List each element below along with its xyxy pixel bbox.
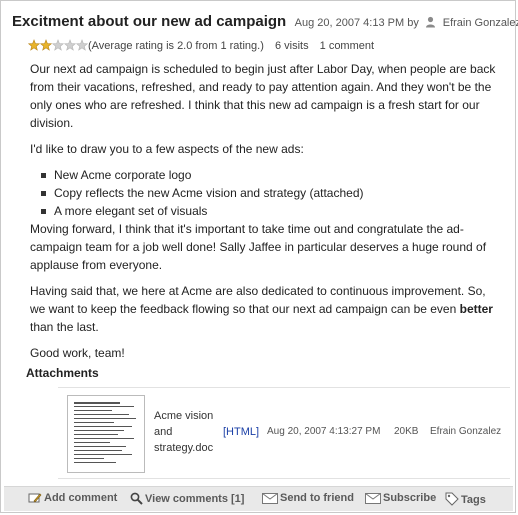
thumbnail-text-line	[74, 442, 110, 443]
list-item: New Acme corporate logo	[41, 166, 500, 184]
thumbnail-text-line	[74, 434, 118, 435]
user-icon	[425, 15, 436, 33]
star-filled-icon[interactable]	[27, 39, 41, 51]
add-comment-button[interactable]: Add comment	[28, 492, 117, 504]
thumbnail-text-line	[74, 462, 116, 463]
star-empty-icon[interactable]	[75, 39, 89, 51]
attachment-html-link[interactable]: [HTML]	[223, 426, 259, 438]
thumbnail-text-line	[74, 438, 134, 439]
rating-row: (Average rating is 2.0 from 1 rating.) 6…	[27, 39, 374, 54]
attachment-author[interactable]: Efrain Gonzalez	[430, 426, 501, 437]
paragraph: I'd like to draw you to a few aspects of…	[30, 142, 304, 156]
send-to-friend-label: Send to friend	[280, 492, 354, 504]
post-author[interactable]: Efrain Gonzalez	[443, 17, 518, 29]
send-to-friend-button[interactable]: Send to friend	[262, 492, 354, 504]
attachment-date: Aug 20, 2007 4:13:27 PM	[267, 426, 381, 437]
thumbnail-text-line	[74, 450, 122, 451]
attachment-size: 20KB	[394, 426, 419, 437]
thumbnail-text-line	[74, 422, 114, 423]
star-rating[interactable]	[27, 39, 89, 54]
paragraph-text: than the last.	[30, 320, 99, 334]
post-header: Excitment about our new ad campaign Aug …	[12, 13, 518, 33]
envelope-icon	[262, 493, 278, 504]
thumbnail-text-line	[74, 446, 126, 447]
thumbnail-text-line	[74, 414, 129, 415]
paragraph: Moving forward, I think that it's import…	[30, 222, 487, 272]
subscribe-label: Subscribe	[383, 492, 437, 504]
document-thumbnail[interactable]	[67, 395, 145, 473]
envelope-icon	[365, 493, 381, 504]
comment-count[interactable]: 1 comment	[320, 40, 374, 52]
thumbnail-text-line	[74, 426, 132, 427]
comment-edit-icon	[28, 493, 42, 503]
magnifier-icon	[130, 492, 143, 505]
post-title[interactable]: Excitment about our new ad campaign	[12, 13, 286, 30]
star-empty-icon[interactable]	[51, 39, 65, 51]
thumbnail-text-line	[74, 410, 112, 411]
star-empty-icon[interactable]	[63, 39, 77, 51]
view-comments-label: View comments [1]	[145, 493, 245, 505]
view-comments-button[interactable]: View comments [1]	[130, 492, 244, 505]
paragraph: Having said that, we here at Acme are al…	[30, 282, 500, 336]
thumbnail-text-line	[74, 458, 104, 459]
attachments-heading: Attachments	[26, 366, 99, 380]
paragraph: Good work, team!	[30, 346, 125, 360]
attachment-row: Acme vision and strategy.doc [HTML] Aug …	[58, 387, 510, 479]
star-filled-icon[interactable]	[39, 39, 53, 51]
tag-icon	[445, 492, 459, 506]
bullet-list: New Acme corporate logo Copy reflects th…	[30, 166, 500, 220]
thumbnail-text-line	[74, 418, 136, 419]
paragraph-text: Having said that, we here at Acme are al…	[30, 284, 486, 316]
post-toolbar: Add comment View comments [1] Send to fr…	[4, 486, 513, 511]
add-comment-label: Add comment	[44, 492, 118, 504]
bold-text: better	[459, 302, 493, 316]
post-body: Our next ad campaign is scheduled to beg…	[30, 60, 500, 370]
list-item: A more elegant set of visuals	[41, 202, 500, 220]
list-item: Copy reflects the new Acme vision and st…	[41, 184, 500, 202]
thumbnail-text-line	[74, 454, 132, 455]
paragraph: Our next ad campaign is scheduled to beg…	[30, 62, 496, 130]
thumbnail-text-line	[74, 430, 124, 431]
attachment-name[interactable]: Acme vision and strategy.doc	[154, 408, 218, 456]
thumbnail-text-line	[74, 406, 134, 407]
subscribe-button[interactable]: Subscribe	[365, 492, 436, 504]
rating-text: (Average rating is 2.0 from 1 rating.)	[88, 40, 264, 52]
tags-button[interactable]: Tags	[445, 492, 486, 506]
thumbnail-text-line	[74, 402, 120, 404]
tags-label: Tags	[461, 494, 486, 506]
visit-count: 6 visits	[274, 40, 309, 52]
post-date: Aug 20, 2007 4:13 PM by	[294, 17, 419, 29]
